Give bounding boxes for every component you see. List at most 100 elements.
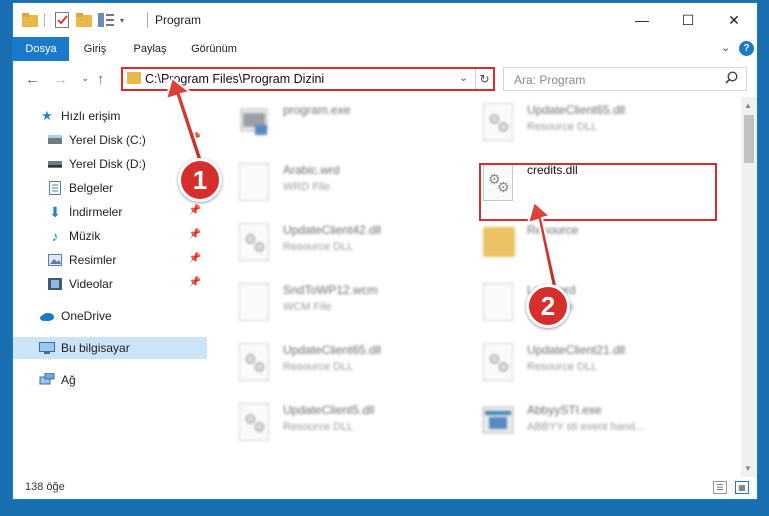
new-folder-icon[interactable] — [75, 11, 93, 29]
pin-icon[interactable]: 📌 — [189, 253, 201, 264]
folder-icon — [127, 72, 141, 84]
minimize-button[interactable]: — — [619, 3, 665, 37]
scroll-down-icon[interactable]: ▼ — [744, 464, 752, 473]
sidebar-item-videos[interactable]: Videolar 📌 — [13, 273, 207, 295]
sidebar-item-this-pc[interactable]: Bu bilgisayar — [13, 337, 207, 359]
sidebar-item-label: Yerel Disk (D:) — [69, 157, 146, 171]
sidebar-item-label: Belgeler — [69, 181, 114, 195]
ribbon-tabs: Dosya Giriş Paylaş Görünüm ⌄ ? — [13, 37, 757, 61]
search-icon — [725, 71, 738, 87]
dll-icon: ⚙ ⚙ — [237, 403, 271, 443]
tab-view[interactable]: Görünüm — [183, 37, 245, 61]
large-icons-view-icon[interactable]: ▦ — [735, 481, 749, 494]
back-icon[interactable]: ← — [25, 71, 40, 88]
address-dropdown-icon[interactable]: ⌄ — [459, 71, 468, 84]
address-row: ← → ⌄ ↑ C:\Program Files\Program Dizini … — [13, 61, 757, 97]
sidebar-item-onedrive[interactable]: OneDrive — [13, 305, 207, 327]
step-badge-2: 2 — [526, 284, 570, 328]
download-icon: ⬇ — [49, 203, 61, 220]
dll-icon: ⚙ ⚙ — [481, 103, 515, 143]
dll-icon: ⚙ ⚙ — [237, 343, 271, 383]
file-item[interactable]: Latin.wrd WRD File — [469, 277, 701, 333]
scrollbar-thumb[interactable] — [744, 115, 754, 163]
step-badge-1: 1 — [178, 158, 222, 202]
title-bar: ▾ Program — ☐ ✕ — [13, 3, 757, 37]
tab-share[interactable]: Paylaş — [125, 37, 175, 61]
file-name: AbbyySTI.exe — [527, 403, 602, 417]
file-name: program.exe — [283, 103, 351, 117]
folder-icon — [481, 223, 515, 263]
file-item[interactable]: Resource — [469, 217, 701, 273]
file-item[interactable]: ⚙ ⚙ UpdateClient42.dll Resource DLL — [225, 217, 457, 273]
sidebar-item-label: İndirmeler — [69, 205, 123, 219]
tab-home[interactable]: Giriş — [73, 37, 117, 61]
forward-icon[interactable]: → — [53, 71, 68, 88]
highlight-box — [479, 163, 717, 221]
file-type: Resource DLL — [527, 121, 598, 133]
status-bar: 138 öğe ☰ ▦ — [13, 477, 757, 499]
item-count: 138 öğe — [25, 481, 65, 493]
scroll-up-icon[interactable]: ▲ — [744, 101, 752, 110]
vertical-scrollbar[interactable]: ▲ ▼ — [741, 97, 757, 477]
maximize-button[interactable]: ☐ — [665, 3, 711, 37]
sidebar-item-label: Videolar — [69, 277, 113, 291]
sidebar-item-downloads[interactable]: ⬇ İndirmeler 📌 — [13, 201, 207, 223]
pin-icon[interactable]: 📌 — [189, 133, 201, 144]
exe-icon — [481, 403, 515, 443]
help-icon[interactable]: ? — [739, 41, 754, 56]
properties-icon[interactable] — [53, 11, 71, 29]
documents-icon — [47, 180, 63, 196]
sidebar-item-music[interactable]: ♪ Müzik 📌 — [13, 225, 207, 247]
refresh-icon[interactable]: ↻ — [475, 69, 493, 89]
navigation-pane: ★ Hızlı erişim Yerel Disk (C:) 📌 Yerel D… — [13, 97, 209, 477]
customize-toolbar-icon[interactable]: ▾ — [117, 11, 127, 29]
file-item[interactable]: program.exe — [225, 97, 457, 153]
pin-icon[interactable]: 📌 — [189, 229, 201, 240]
sidebar-item-pictures[interactable]: Resimler 📌 — [13, 249, 207, 271]
file-item[interactable]: ⚙ ⚙ UpdateClient65.dll Resource DLL — [469, 97, 701, 153]
file-item[interactable]: SndToWP12.wcm WCM File — [225, 277, 457, 333]
sidebar-item-disk-d[interactable]: Yerel Disk (D:) — [13, 153, 207, 175]
explorer-window: ▾ Program — ☐ ✕ Dosya Giriş Paylaş Görün… — [12, 2, 758, 500]
file-name: UpdateClient42.dll — [283, 223, 382, 237]
pin-icon[interactable]: 📌 — [189, 277, 201, 288]
file-type: WCM File — [283, 301, 332, 313]
file-icon — [481, 283, 515, 323]
file-name: UpdateClient65.dll — [283, 343, 382, 357]
file-item[interactable]: ⚙ ⚙ UpdateClient65.dll Resource DLL — [225, 337, 457, 393]
expand-ribbon-icon[interactable]: ⌄ — [721, 41, 730, 54]
file-name: Resource — [527, 223, 579, 237]
sidebar-item-label: Yerel Disk (C:) — [69, 133, 146, 147]
network-icon — [39, 372, 55, 388]
drive-icon — [47, 156, 63, 172]
file-icon — [237, 283, 271, 323]
details-view-icon[interactable] — [97, 11, 115, 29]
sidebar-item-disk-c[interactable]: Yerel Disk (C:) 📌 — [13, 129, 207, 151]
cloud-icon — [39, 308, 55, 324]
address-bar[interactable]: C:\Program Files\Program Dizini ⌄ ↻ — [121, 67, 495, 91]
search-input[interactable]: Ara: Program — [503, 67, 747, 91]
sidebar-item-label: Resimler — [69, 253, 117, 267]
file-type: ABBYY sti event hand... — [527, 421, 645, 433]
up-icon[interactable]: ↑ — [97, 71, 105, 88]
file-item[interactable]: AbbyySTI.exe ABBYY sti event hand... — [469, 397, 701, 453]
details-view-icon[interactable]: ☰ — [713, 481, 727, 494]
sidebar-item-quick-access[interactable]: ★ Hızlı erişim — [13, 105, 207, 127]
file-type: Resource DLL — [283, 241, 354, 253]
sidebar-item-label: Ağ — [61, 373, 76, 387]
file-list: program.exe ⚙ ⚙ UpdateClient65.dll Resour… — [225, 97, 741, 477]
computer-icon — [39, 340, 55, 356]
file-type: Resource DLL — [283, 421, 354, 433]
file-name: UpdateClient21.dll — [527, 343, 626, 357]
file-item[interactable]: ⚙ ⚙ UpdateClient5.dll Resource DLL — [225, 397, 457, 453]
file-name: UpdateClient65.dll — [527, 103, 626, 117]
recent-locations-icon[interactable]: ⌄ — [81, 73, 89, 84]
file-type: Resource DLL — [527, 361, 598, 373]
sidebar-item-network[interactable]: Ağ — [13, 369, 207, 391]
tab-file[interactable]: Dosya — [13, 37, 69, 61]
close-button[interactable]: ✕ — [711, 3, 757, 37]
star-icon: ★ — [41, 108, 53, 123]
pin-icon[interactable]: 📌 — [189, 205, 201, 216]
file-item[interactable]: ⚙ ⚙ UpdateClient21.dll Resource DLL — [469, 337, 701, 393]
file-item[interactable]: Arabic.wrd WRD File — [225, 157, 457, 213]
